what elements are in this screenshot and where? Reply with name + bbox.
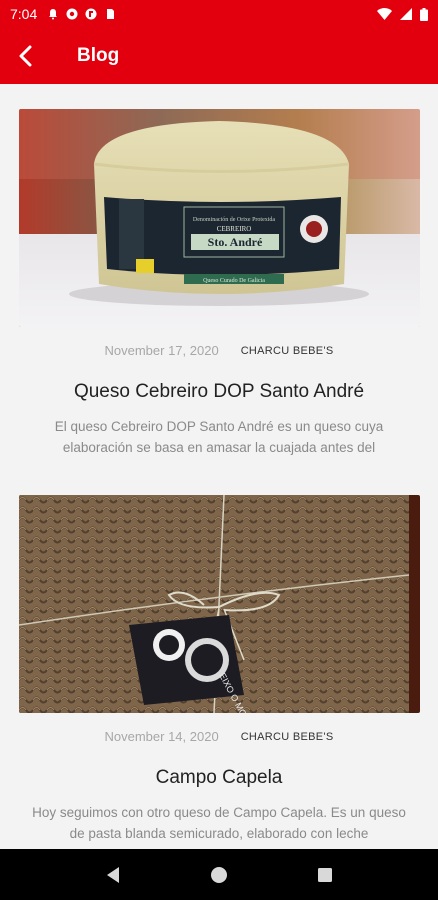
recents-square-icon — [318, 867, 332, 882]
post-excerpt: Hoy seguimos con otro queso de Campo Cap… — [32, 805, 406, 841]
label-line2: CEBREIRO — [217, 225, 252, 233]
app-bar: Blog — [0, 28, 438, 84]
post-image[interactable]: Denominación de Orixe Protexida CEBREIRO… — [19, 109, 420, 327]
status-icons-left — [47, 8, 116, 20]
post-image[interactable]: EIXO O MOURO — [19, 495, 420, 713]
system-nav-bar — [0, 849, 438, 900]
status-icons-right — [377, 7, 428, 21]
status-bar: 7:04 — [0, 0, 438, 28]
label-line4: Queso Curado De Galicia — [203, 278, 265, 284]
sd-card-icon — [107, 9, 115, 19]
post-author[interactable]: CHARCU BEBE'S — [241, 731, 334, 743]
cellular-signal-icon — [400, 8, 412, 20]
post-date: November 14, 2020 — [104, 729, 219, 744]
post-meta: November 17, 2020 CHARCU BEBE'S — [0, 343, 438, 358]
app-icon — [85, 8, 97, 20]
cheese-photo: Denominación de Orixe Protexida CEBREIRO… — [19, 109, 420, 327]
page-title: Blog — [77, 45, 120, 66]
blog-list[interactable]: Denominación de Orixe Protexida CEBREIRO… — [0, 84, 438, 849]
cheese-photo: EIXO O MOURO — [19, 495, 420, 713]
home-circle-icon — [211, 866, 227, 883]
nav-recents-button[interactable] — [310, 860, 340, 890]
post-author[interactable]: CHARCU BEBE'S — [241, 345, 334, 357]
back-arrow-icon — [19, 45, 32, 67]
nav-back-button[interactable] — [98, 860, 128, 890]
label-line1: Denominación de Orixe Protexida — [193, 217, 275, 223]
label-brand: Sto. André — [208, 235, 263, 249]
back-triangle-icon — [107, 866, 119, 883]
post-excerpt: El queso Cebreiro DOP Santo André es un … — [54, 419, 384, 455]
sync-icon — [66, 8, 78, 20]
notification-icon — [49, 9, 58, 20]
wifi-icon — [377, 8, 392, 20]
post-date: November 17, 2020 — [104, 343, 219, 358]
post-meta: November 14, 2020 CHARCU BEBE'S — [0, 729, 438, 744]
post-title[interactable]: Campo Capela — [0, 767, 438, 789]
post-title[interactable]: Queso Cebreiro DOP Santo André — [0, 381, 438, 403]
back-button[interactable] — [0, 28, 50, 84]
nav-home-button[interactable] — [204, 860, 234, 890]
battery-icon — [420, 7, 428, 21]
status-time: 7:04 — [10, 6, 38, 22]
